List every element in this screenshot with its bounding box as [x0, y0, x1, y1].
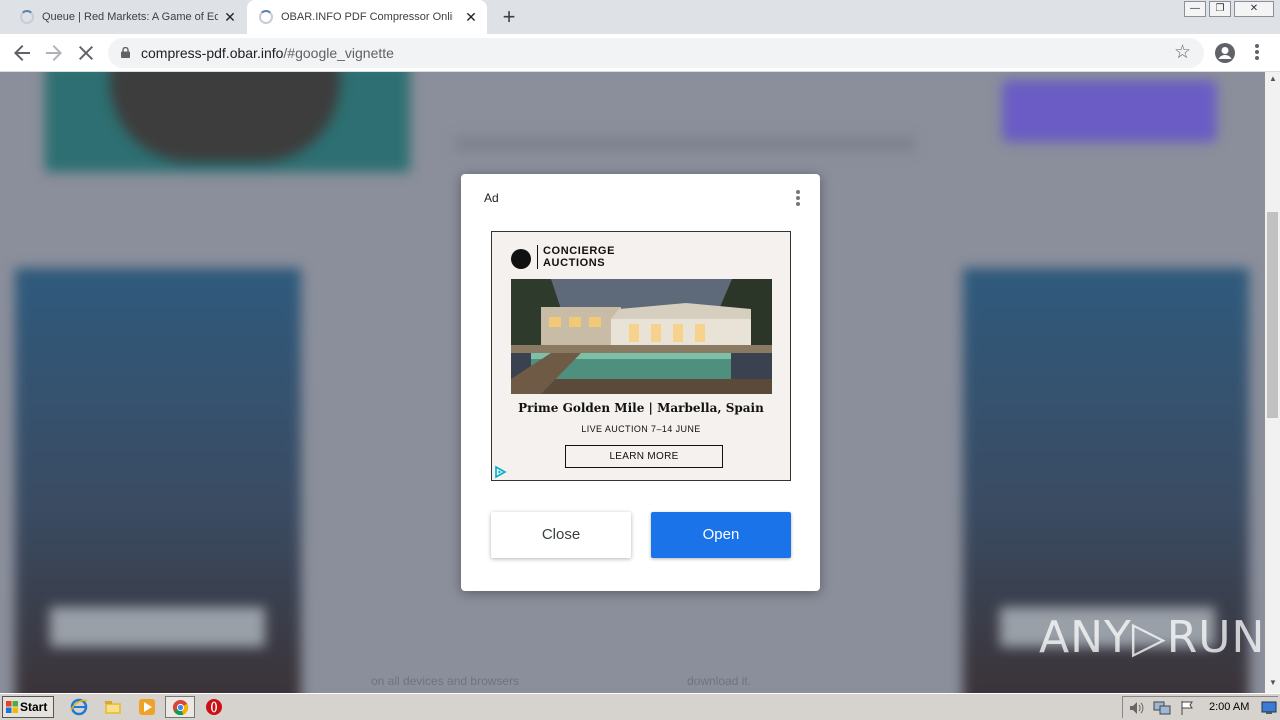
profile-icon[interactable]	[1214, 42, 1236, 64]
address-bar[interactable]: compress-pdf.obar.info/#google_vignette …	[108, 38, 1204, 68]
start-button[interactable]: Start	[2, 696, 54, 718]
internet-explorer-icon[interactable]	[70, 698, 88, 716]
close-button[interactable]: Close	[491, 512, 631, 558]
volume-icon[interactable]	[1129, 701, 1145, 715]
new-tab-button[interactable]: +	[498, 5, 520, 29]
ad-subline: LIVE AUCTION 7–14 JUNE	[581, 424, 701, 434]
scroll-thumb[interactable]	[1267, 212, 1278, 418]
tab-strip: Queue | Red Markets: A Game of Ec ✕ OBAR…	[0, 0, 1280, 34]
close-tab-icon[interactable]: ✕	[463, 9, 479, 25]
start-label: Start	[20, 700, 48, 714]
stop-icon	[79, 46, 93, 60]
windows-logo-icon	[6, 701, 18, 713]
back-button[interactable]	[10, 41, 34, 65]
brand-name-line2: AUCTIONS	[543, 257, 606, 269]
ad-label: Ad	[484, 191, 499, 205]
chrome-icon	[172, 699, 189, 716]
url-host: compress-pdf.obar.info	[141, 45, 284, 61]
loading-spinner-icon	[259, 10, 273, 24]
background-text-right: download it.	[687, 674, 752, 688]
brand-logo-icon	[511, 249, 531, 269]
vertical-scrollbar[interactable]: ▲ ▼	[1265, 72, 1280, 693]
learn-more-button[interactable]: LEARN MORE	[565, 445, 723, 468]
brand-name: CONCIERGE AUCTIONS	[543, 245, 663, 269]
ad-headline: Prime Golden Mile | Marbella, Spain	[518, 401, 764, 415]
window-close-button[interactable]: ✕	[1234, 1, 1274, 17]
scroll-down-arrow-icon[interactable]: ▼	[1269, 678, 1277, 687]
ad-options-icon[interactable]	[795, 190, 801, 206]
background-purple-button	[1002, 80, 1217, 142]
kebab-menu-icon[interactable]	[1255, 44, 1261, 62]
minimize-button[interactable]: —	[1184, 1, 1206, 17]
media-player-icon[interactable]	[138, 698, 156, 716]
tab-queue-red-markets[interactable]: Queue | Red Markets: A Game of Ec ✕	[0, 0, 246, 34]
background-banner-button-left	[50, 607, 265, 647]
opera-icon[interactable]	[205, 698, 223, 716]
tab-title: Queue | Red Markets: A Game of Ec	[42, 11, 218, 23]
brand-name-line1: CONCIERGE	[543, 245, 616, 257]
forward-button[interactable]	[42, 41, 66, 65]
stop-loading-button[interactable]	[74, 41, 98, 65]
scroll-up-arrow-icon[interactable]: ▲	[1269, 74, 1277, 83]
forward-arrow-icon	[46, 45, 62, 61]
lock-icon	[121, 47, 130, 58]
tab-title: OBAR.INFO PDF Compressor Online	[281, 11, 453, 23]
url-path: /#google_vignette	[283, 45, 394, 61]
adchoices-icon[interactable]	[493, 465, 507, 479]
anyrun-watermark: ANY▷RUN	[1039, 612, 1266, 663]
star-icon[interactable]: ☆	[1174, 42, 1191, 64]
restore-button[interactable]: ❐	[1209, 1, 1231, 17]
open-button[interactable]: Open	[651, 512, 791, 558]
ad-creative[interactable]: CONCIERGE AUCTIONS Prime Golden Mile | M…	[491, 231, 791, 481]
back-arrow-icon	[14, 45, 30, 61]
chrome-taskbar-button[interactable]	[165, 696, 195, 718]
windows-taskbar: Start 2:00 AM	[0, 693, 1280, 720]
tab-obar-pdf-compressor[interactable]: OBAR.INFO PDF Compressor Online ✕	[247, 0, 487, 34]
ad-vignette-dialog: Ad CONCIERGE AUCTIONS Prime Golden Mile …	[461, 174, 820, 591]
network-icon[interactable]	[1153, 700, 1171, 716]
villa-photo	[511, 279, 772, 394]
url-text: compress-pdf.obar.info/#google_vignette	[141, 45, 394, 61]
action-center-flag-icon[interactable]	[1179, 700, 1195, 716]
browser-toolbar: compress-pdf.obar.info/#google_vignette …	[0, 34, 1280, 72]
background-text-line	[455, 137, 915, 151]
clock[interactable]: 2:00 AM	[1209, 701, 1249, 713]
loading-spinner-icon	[20, 10, 34, 24]
close-tab-icon[interactable]: ✕	[222, 9, 238, 25]
show-desktop-icon[interactable]	[1261, 700, 1277, 716]
file-explorer-icon[interactable]	[104, 698, 122, 716]
brand-divider	[537, 245, 538, 269]
system-tray: 2:00 AM	[1122, 696, 1278, 718]
background-text-left: on all devices and browsers	[371, 674, 520, 688]
